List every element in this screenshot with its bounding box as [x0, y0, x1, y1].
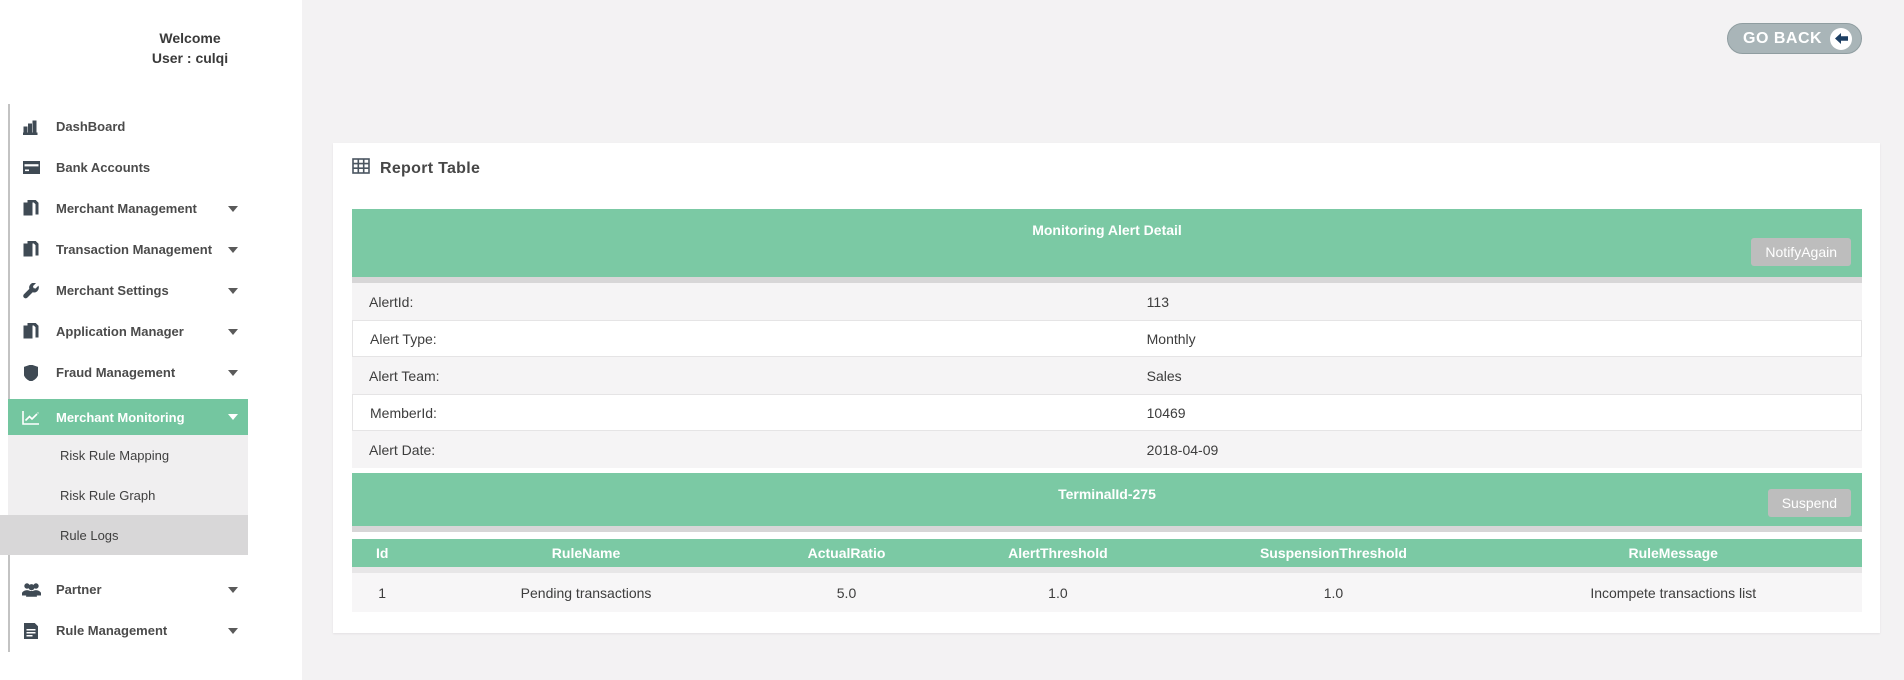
go-back-label: GO BACK — [1743, 30, 1822, 48]
sidebar-item-label: Merchant Management — [56, 201, 197, 216]
card-title: Report Table — [380, 160, 480, 178]
rule-cell-message: Incompete transactions list — [1484, 585, 1862, 601]
back-arrow-icon — [1830, 28, 1852, 50]
chevron-down-icon — [228, 370, 238, 376]
rule-table-header: Id RuleName ActualRatio AlertThreshold S… — [352, 539, 1862, 573]
sidebar-item-label: Fraud Management — [56, 365, 175, 380]
report-card: Report Table Monitoring Alert Detail Not… — [333, 143, 1880, 633]
chevron-down-icon — [228, 628, 238, 634]
welcome-line: Welcome — [90, 28, 290, 48]
menu-spacer — [8, 555, 248, 569]
sidebar-item-merchant-monitoring[interactable]: Merchant Monitoring — [8, 399, 248, 435]
column-header: SuspensionThreshold — [1182, 545, 1484, 561]
card-title-row: Report Table — [352, 156, 1862, 181]
sidebar-item-label: Transaction Management — [56, 242, 212, 257]
column-header: RuleMessage — [1484, 545, 1862, 561]
field-value: 2018-04-09 — [1133, 442, 1862, 458]
sidebar-item-application-manager[interactable]: Application Manager — [8, 311, 248, 352]
sidebar-menu: DashBoard Bank Accounts Merchant Managem… — [8, 106, 248, 651]
sidebar-item-merchant-management[interactable]: Merchant Management — [8, 188, 248, 229]
sidebar-subitem-risk-rule-graph[interactable]: Risk Rule Graph — [8, 475, 248, 515]
rule-cell-alert-threshold: 1.0 — [933, 585, 1182, 601]
sidebar-item-dashboard[interactable]: DashBoard — [8, 106, 248, 147]
field-value: Sales — [1133, 368, 1862, 384]
sidebar-item-label: Bank Accounts — [56, 160, 150, 175]
sidebar-item-label: Partner — [56, 582, 102, 597]
line-chart-icon — [20, 408, 42, 426]
rule-cell-id: 1 — [352, 585, 412, 601]
chevron-down-icon — [228, 587, 238, 593]
suspend-button[interactable]: Suspend — [1768, 489, 1851, 517]
sidebar-item-label: Merchant Settings — [56, 283, 169, 298]
welcome-user: User : culqi — [90, 48, 290, 68]
sidebar-subitem-rule-logs[interactable]: Rule Logs — [0, 515, 248, 555]
column-header: AlertThreshold — [933, 545, 1182, 561]
table-row: Alert Team: Sales — [352, 357, 1862, 394]
alert-detail-title: Monitoring Alert Detail — [352, 222, 1862, 238]
table-row: MemberId: 10469 — [352, 394, 1862, 431]
field-label: Alert Type: — [353, 331, 1133, 347]
sidebar-item-fraud-management[interactable]: Fraud Management — [8, 352, 248, 393]
table-row: Alert Date: 2018-04-09 — [352, 431, 1862, 468]
sidebar-item-label: Application Manager — [56, 324, 184, 339]
rule-cell-actual-ratio: 5.0 — [760, 585, 934, 601]
sidebar-item-transaction-management[interactable]: Transaction Management — [8, 229, 248, 270]
report-table: Monitoring Alert Detail NotifyAgain Aler… — [352, 209, 1862, 612]
chevron-down-icon — [228, 247, 238, 253]
sidebar: Welcome User : culqi DashBoard Bank Acco… — [0, 0, 302, 680]
submenu-item-label: Risk Rule Mapping — [60, 448, 169, 463]
sidebar-item-rule-management[interactable]: Rule Management — [8, 610, 248, 651]
sidebar-item-partner[interactable]: Partner — [8, 569, 248, 610]
bar-chart-icon — [20, 118, 42, 136]
column-header: RuleName — [412, 545, 759, 561]
terminal-header: TerminalId-275 Suspend — [352, 473, 1862, 532]
chevron-down-icon — [228, 329, 238, 335]
table-row: Alert Type: Monthly — [352, 320, 1862, 357]
notify-again-button[interactable]: NotifyAgain — [1751, 238, 1851, 266]
go-back-button[interactable]: GO BACK — [1727, 23, 1862, 54]
field-value: 113 — [1133, 294, 1862, 310]
main-content: GO BACK Report Table Monitoring Alert De… — [302, 0, 1904, 680]
chevron-down-icon — [228, 288, 238, 294]
welcome-text: Welcome User : culqi — [90, 28, 290, 68]
files-icon — [20, 241, 42, 259]
chevron-down-icon — [228, 206, 238, 212]
app-window: Welcome User : culqi DashBoard Bank Acco… — [0, 0, 1904, 680]
sidebar-subitem-risk-rule-mapping[interactable]: Risk Rule Mapping — [8, 435, 248, 475]
table-icon — [352, 158, 370, 179]
field-value: 10469 — [1133, 405, 1861, 421]
alert-detail-header: Monitoring Alert Detail NotifyAgain — [352, 209, 1862, 283]
submenu-item-label: Rule Logs — [60, 528, 119, 543]
shield-icon — [20, 364, 42, 382]
field-label: AlertId: — [352, 294, 1133, 310]
file-text-icon — [20, 622, 42, 640]
sidebar-item-label: DashBoard — [56, 119, 125, 134]
field-label: MemberId: — [353, 405, 1133, 421]
users-icon — [20, 581, 42, 599]
chevron-down-icon — [228, 414, 238, 420]
table-row: AlertId: 113 — [352, 283, 1862, 320]
submenu-item-label: Risk Rule Graph — [60, 488, 155, 503]
field-value: Monthly — [1133, 331, 1861, 347]
rule-table-row: 1 Pending transactions 5.0 1.0 1.0 Incom… — [352, 573, 1862, 612]
column-header: Id — [352, 545, 412, 561]
column-header: ActualRatio — [760, 545, 934, 561]
field-label: Alert Date: — [352, 442, 1133, 458]
files-icon — [20, 323, 42, 341]
field-label: Alert Team: — [352, 368, 1133, 384]
credit-card-icon — [20, 159, 42, 177]
sidebar-item-label: Merchant Monitoring — [56, 410, 185, 425]
sidebar-item-label: Rule Management — [56, 623, 167, 638]
wrench-icon — [20, 282, 42, 300]
rule-cell-name: Pending transactions — [412, 585, 759, 601]
sidebar-item-bank-accounts[interactable]: Bank Accounts — [8, 147, 248, 188]
sidebar-item-merchant-settings[interactable]: Merchant Settings — [8, 270, 248, 311]
files-icon — [20, 200, 42, 218]
rule-cell-suspension-threshold: 1.0 — [1182, 585, 1484, 601]
terminal-title: TerminalId-275 — [352, 486, 1862, 502]
